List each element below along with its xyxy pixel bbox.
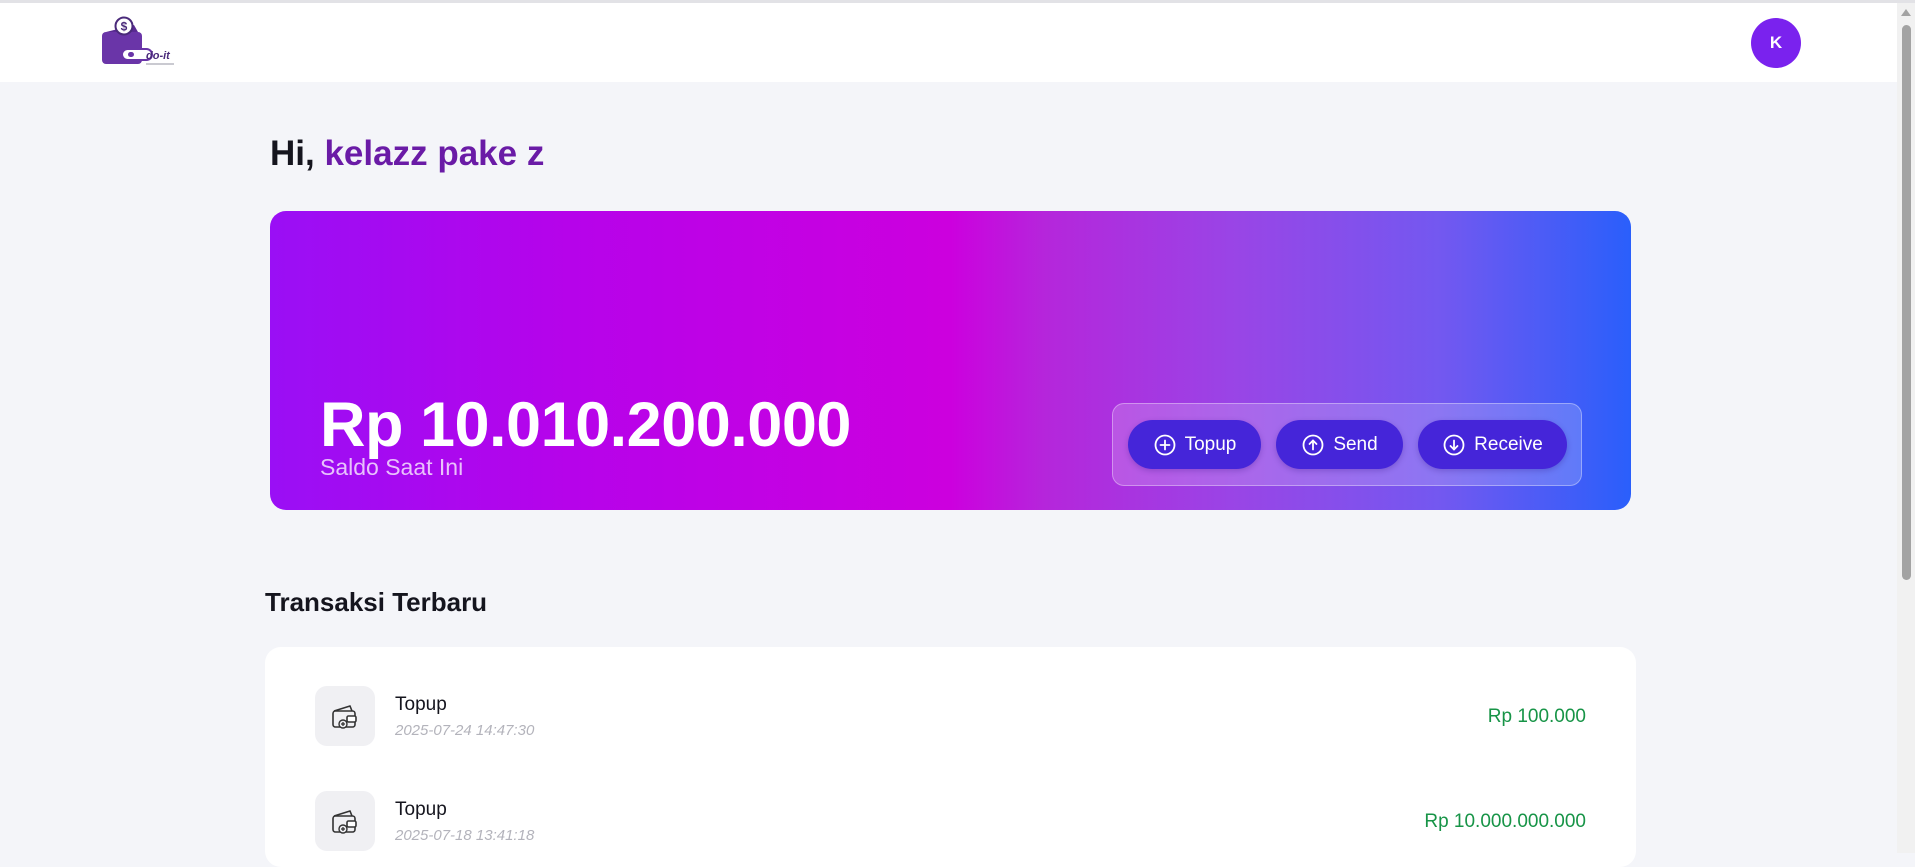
send-button-label: Send <box>1333 433 1378 455</box>
topup-button[interactable]: Topup <box>1128 420 1261 469</box>
scroll-up-arrow-icon[interactable] <box>1901 9 1911 16</box>
transaction-icon-box <box>315 686 375 746</box>
recent-transactions-title: Transaksi Terbaru <box>265 587 488 617</box>
receive-button[interactable]: Receive <box>1418 420 1567 469</box>
svg-text:$: $ <box>121 20 128 34</box>
top-navbar: $ do-it K <box>0 3 1897 82</box>
balance-actions: Topup Send Receive <box>1112 403 1582 486</box>
transaction-date: 2025-07-24 14:47:30 <box>395 722 535 739</box>
transaction-row[interactable]: Topup 2025-07-18 13:41:18 Rp 10.000.000.… <box>265 791 1636 853</box>
balance-label: Saldo Saat Ini <box>320 454 464 480</box>
transaction-type: Topup <box>395 694 447 715</box>
send-button[interactable]: Send <box>1276 420 1403 469</box>
arrow-up-circle-icon <box>1302 434 1324 455</box>
transactions-list: Topup 2025-07-24 14:47:30 Rp 100.000 Top… <box>265 647 1636 867</box>
transaction-icon-box <box>315 791 375 851</box>
transaction-amount: Rp 100.000 <box>1487 706 1586 727</box>
balance-card: Rp 10.010.200.000 Saldo Saat Ini Topup S… <box>270 211 1631 510</box>
arrow-down-circle-icon <box>1443 434 1465 455</box>
page-scrollbar[interactable] <box>1897 3 1915 853</box>
receive-button-label: Receive <box>1474 433 1543 455</box>
transaction-row[interactable]: Topup 2025-07-24 14:47:30 Rp 100.000 <box>265 686 1636 748</box>
transaction-amount: Rp 10.000.000.000 <box>1424 811 1586 832</box>
logo-wordmark: do-it <box>146 50 170 62</box>
plus-circle-icon <box>1154 434 1176 455</box>
transaction-date: 2025-07-18 13:41:18 <box>395 827 535 844</box>
transaction-type: Topup <box>395 799 447 820</box>
wallet-icon <box>332 705 357 729</box>
topup-button-label: Topup <box>1184 433 1237 455</box>
user-avatar[interactable]: K <box>1751 18 1801 68</box>
app-logo[interactable]: $ do-it <box>100 16 176 72</box>
greeting-username: kelazz pake z <box>324 134 545 173</box>
scrollbar-thumb[interactable] <box>1902 25 1911 580</box>
wallet-icon <box>332 810 357 834</box>
greeting-prefix: Hi, <box>270 134 315 173</box>
balance-amount: Rp 10.010.200.000 <box>320 390 851 460</box>
greeting-heading: Hi, kelazz pake z <box>270 134 544 174</box>
wallet-logo-icon: $ <box>102 16 174 65</box>
